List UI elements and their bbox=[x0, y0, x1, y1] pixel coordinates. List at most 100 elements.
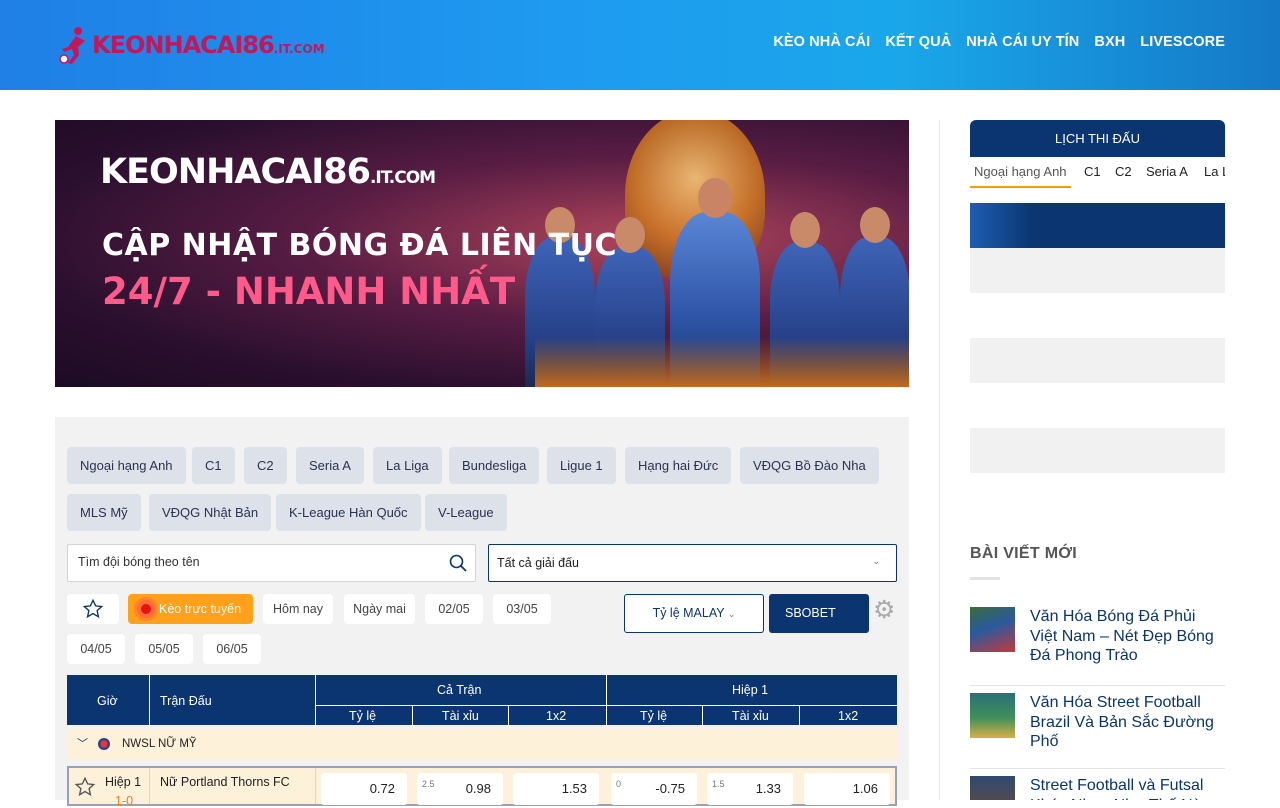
odds-cell-1x2[interactable]: 1.53 bbox=[513, 773, 599, 805]
odds-cell-half-1x2[interactable]: 1.06 bbox=[804, 773, 890, 805]
league-chip-c2[interactable]: C2 bbox=[244, 447, 287, 484]
date-0505[interactable]: 05/05 bbox=[135, 634, 193, 664]
date-0405[interactable]: 04/05 bbox=[67, 634, 125, 664]
odds-panel: Ngoại hạng Anh C1 C2 Seria A La Liga Bun… bbox=[55, 417, 909, 808]
col-half-over-under: Tài xỉu bbox=[732, 709, 769, 723]
league-select[interactable]: Tất cả giải đấu ⌄ bbox=[488, 544, 897, 582]
odds-cell-over-under[interactable]: 2.5 0.98 bbox=[417, 773, 503, 805]
schedule-loading-band bbox=[970, 203, 1225, 248]
post-title[interactable]: Văn Hóa Street Football Brazil Và Bản Sắ… bbox=[1030, 693, 1225, 752]
nav-nha-cai-uy-tin[interactable]: NHÀ CÁI UY TÍN bbox=[966, 34, 1079, 50]
schedule-placeholder bbox=[970, 338, 1225, 383]
star-icon[interactable] bbox=[74, 776, 96, 798]
col-half-handicap: Tỷ lệ bbox=[640, 709, 668, 723]
main-nav: KÈO NHÀ CÁI KẾT QUẢ NHÀ CÁI UY TÍN BXH L… bbox=[773, 34, 1225, 50]
league-chip-vdqg-nhat-ban[interactable]: VĐQG Nhật Bản bbox=[149, 494, 272, 531]
live-indicator-icon bbox=[137, 600, 155, 618]
league-chip-hang-hai-duc[interactable]: Hạng hai Đức bbox=[625, 447, 732, 484]
league-select-value: Tất cả giải đấu bbox=[497, 556, 579, 570]
star-icon bbox=[82, 598, 104, 619]
recent-post[interactable]: Văn Hóa Street Football Brazil Và Bản Sắ… bbox=[970, 685, 1225, 763]
league-chip-ngoai-hang-anh[interactable]: Ngoại hạng Anh bbox=[67, 447, 186, 484]
match-period: Hiệp 1 bbox=[105, 775, 142, 789]
favorite-filter-button[interactable] bbox=[67, 594, 119, 624]
league-chip-la-liga[interactable]: La Liga bbox=[373, 447, 442, 484]
search-icon[interactable] bbox=[449, 554, 467, 572]
schedule-tab-c1[interactable]: C1 bbox=[1084, 164, 1101, 179]
col-time: Giờ bbox=[97, 694, 118, 708]
league-flag-icon bbox=[98, 738, 110, 750]
date-0305[interactable]: 03/05 bbox=[493, 594, 551, 624]
post-thumbnail[interactable] bbox=[970, 776, 1015, 800]
schedule-tab-ngoai-hang-anh[interactable]: Ngoại hạng Anh bbox=[970, 164, 1071, 188]
recent-post[interactable]: Văn Hóa Bóng Đá Phủi Việt Nam – Nét Đẹp … bbox=[970, 607, 1225, 677]
league-group-row[interactable]: ﹀ NWSL NỮ MỸ bbox=[67, 729, 897, 760]
odds-cell-handicap[interactable]: 0.72 bbox=[321, 773, 407, 805]
chevron-down-icon: ⌄ bbox=[727, 609, 736, 619]
schedule-placeholder bbox=[970, 248, 1225, 293]
nav-ket-qua[interactable]: KẾT QUẢ bbox=[885, 34, 951, 50]
match-row[interactable]: Hiệp 1 1-0 Nữ Portland Thorns FC 0.72 2.… bbox=[67, 766, 897, 808]
league-chip-ligue-1[interactable]: Ligue 1 bbox=[547, 447, 616, 484]
odds-type-label: Tỷ lệ MALAY bbox=[652, 606, 725, 620]
match-team: Nữ Portland Thorns FC bbox=[160, 775, 290, 789]
live-odds-button[interactable]: Kèo trực tuyến bbox=[128, 594, 253, 624]
date-0605[interactable]: 06/05 bbox=[203, 634, 261, 664]
recent-post[interactable]: Street Football và Futsal Khác Nhau Như … bbox=[970, 768, 1225, 800]
schedule-tab-seria-a[interactable]: Seria A bbox=[1146, 164, 1188, 179]
match-score: 1-0 bbox=[115, 794, 134, 808]
schedule-tab-la-liga[interactable]: La L bbox=[1204, 164, 1225, 179]
nav-livescore[interactable]: LIVESCORE bbox=[1140, 34, 1225, 50]
banner-logo: KEONHACAI86.IT.COM bbox=[100, 152, 436, 192]
sidebar-divider bbox=[939, 120, 940, 800]
site-header: KEONHACAI86.IT.COM KÈO NHÀ CÁI KẾT QUẢ N… bbox=[0, 0, 1280, 90]
league-chip-bundesliga[interactable]: Bundesliga bbox=[449, 447, 540, 484]
hero-banner[interactable]: KEONHACAI86.IT.COM CẬP NHẬT BÓNG ĐÁ LIÊN… bbox=[55, 120, 909, 387]
col-group-half: Hiệp 1 bbox=[732, 683, 769, 697]
logo-text: KEONHACAI86.IT.COM bbox=[92, 31, 325, 59]
league-chip-vdqg-bo-dao-nha[interactable]: VĐQG Bồ Đào Nha bbox=[740, 447, 879, 484]
league-chip-k-league[interactable]: K-League Hàn Quốc bbox=[276, 494, 421, 531]
col-group-full: Cả Trận bbox=[437, 683, 482, 697]
league-chip-seria-a[interactable]: Seria A bbox=[296, 447, 364, 484]
post-thumbnail[interactable] bbox=[970, 607, 1015, 652]
schedule-title: LỊCH THI ĐẤU bbox=[970, 120, 1225, 157]
nav-keo-nha-cai[interactable]: KÈO NHÀ CÁI bbox=[773, 34, 870, 50]
post-title[interactable]: Street Football và Futsal Khác Nhau Như … bbox=[1030, 776, 1225, 800]
col-1x2: 1x2 bbox=[546, 709, 567, 723]
league-chip-c1[interactable]: C1 bbox=[192, 447, 235, 484]
date-tomorrow[interactable]: Ngày mai bbox=[344, 594, 415, 624]
odds-type-select[interactable]: Tỷ lệ MALAY ⌄ bbox=[624, 594, 764, 633]
nav-bxh[interactable]: BXH bbox=[1094, 34, 1125, 50]
schedule-placeholder bbox=[970, 428, 1225, 473]
col-half-1x2: 1x2 bbox=[838, 709, 859, 723]
odds-table-header: Giờ Trận Đấu Cả Trận Hiệp 1 Tỷ lệ Tài xỉ… bbox=[67, 675, 897, 725]
footballer-logo-icon bbox=[58, 25, 92, 65]
date-today[interactable]: Hôm nay bbox=[263, 594, 333, 624]
post-thumbnail[interactable] bbox=[970, 693, 1015, 738]
title-underline bbox=[970, 577, 1000, 580]
chevron-down-icon[interactable]: ﹀ bbox=[77, 735, 88, 751]
schedule-tabs: Ngoại hạng Anh C1 C2 Seria A La L bbox=[970, 160, 1225, 188]
recent-posts-title: BÀI VIẾT MỚI bbox=[970, 545, 1078, 562]
banner-subheadline: 24/7 - NHANH NHẤT bbox=[102, 270, 516, 313]
search-placeholder: Tìm đội bóng theo tên bbox=[78, 555, 200, 569]
date-0205[interactable]: 02/05 bbox=[425, 594, 483, 624]
schedule-tab-c2[interactable]: C2 bbox=[1115, 164, 1132, 179]
col-over-under: Tài xỉu bbox=[442, 709, 479, 723]
bookmaker-select[interactable]: SBOBET bbox=[769, 594, 869, 633]
league-chip-mls-my[interactable]: MLS Mỹ bbox=[67, 494, 141, 531]
team-search-input[interactable]: Tìm đội bóng theo tên bbox=[67, 544, 476, 582]
league-chip-v-league[interactable]: V-League bbox=[425, 494, 507, 531]
gear-icon[interactable]: ⚙ bbox=[873, 598, 897, 623]
odds-cell-half-handicap[interactable]: 0 -0.75 bbox=[611, 773, 697, 805]
col-handicap: Tỷ lệ bbox=[349, 709, 377, 723]
coins-decoration bbox=[535, 337, 909, 387]
league-name: NWSL NỮ MỸ bbox=[122, 738, 197, 750]
col-match: Trận Đấu bbox=[160, 694, 212, 708]
post-title[interactable]: Văn Hóa Bóng Đá Phủi Việt Nam – Nét Đẹp … bbox=[1030, 607, 1225, 666]
live-odds-label: Kèo trực tuyến bbox=[159, 602, 242, 616]
site-logo[interactable]: KEONHACAI86.IT.COM bbox=[58, 22, 325, 68]
chevron-down-icon: ⌄ bbox=[872, 556, 880, 566]
odds-cell-half-over-under[interactable]: 1.5 1.33 bbox=[707, 773, 793, 805]
